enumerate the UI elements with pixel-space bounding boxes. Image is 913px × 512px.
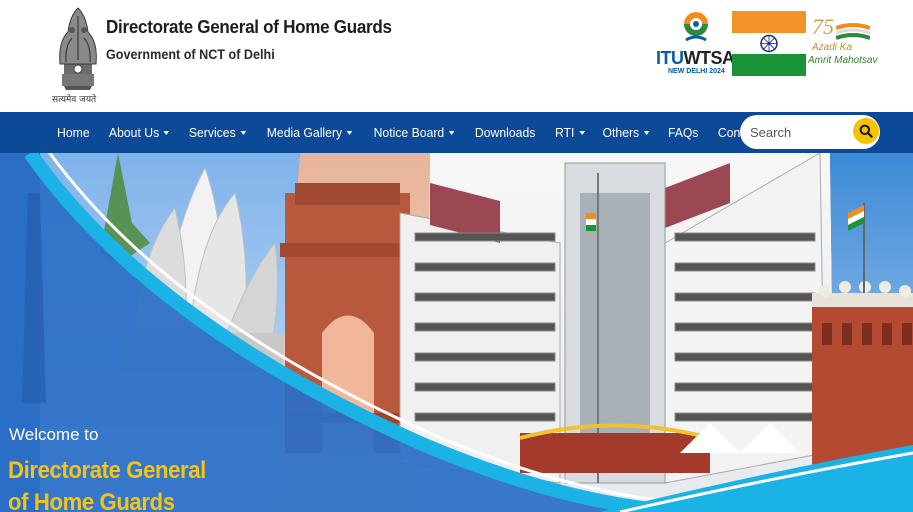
search-input[interactable] bbox=[750, 123, 850, 141]
itu-globe-icon bbox=[684, 12, 708, 42]
site-header: सत्यमेव जयते Directorate General of Home… bbox=[0, 0, 913, 112]
azadi-flag-swoosh-icon bbox=[836, 23, 870, 40]
nav-item-label: About Us bbox=[108, 125, 159, 140]
caret-down-icon bbox=[578, 130, 585, 135]
emblem-motto: सत्यमेव जयते bbox=[52, 95, 97, 105]
search-icon bbox=[859, 124, 873, 138]
nav-item-label: Notice Board bbox=[373, 125, 445, 140]
national-emblem-logo[interactable] bbox=[50, 2, 106, 106]
government-building-illustration bbox=[399, 153, 826, 484]
welcome-text: Welcome to bbox=[9, 425, 99, 444]
azadi-line1: Azadi Ka bbox=[812, 42, 853, 53]
caret-down-icon bbox=[163, 130, 170, 135]
caret-down-icon bbox=[346, 130, 353, 135]
page-subtitle: Government of NCT of Delhi bbox=[106, 46, 275, 62]
itu-wtsa-logo[interactable]: ITUWTSA NEW DELHI 2024 bbox=[656, 10, 735, 76]
nav-item-label: Services bbox=[188, 125, 236, 140]
nav-item-label: RTI bbox=[554, 125, 575, 140]
azadi-ka-amrit-mahotsav-logo[interactable]: 75 Azadi Ka Amrit Mahotsav bbox=[808, 14, 880, 74]
nav-item-label: Downloads bbox=[475, 125, 536, 140]
itu-location: NEW DELHI 2024 bbox=[668, 68, 725, 75]
nav-item-label: Others bbox=[602, 125, 640, 140]
azadi-line2: Amrit Mahotsav bbox=[808, 55, 878, 66]
nav-item-label: Home bbox=[57, 125, 90, 140]
hero-heading-line2: of Home Guards bbox=[8, 489, 175, 512]
india-flag-icon bbox=[732, 11, 806, 76]
nav-item-rti[interactable]: RTI bbox=[547, 125, 592, 140]
hero-heading-line1: Directorate General bbox=[8, 457, 206, 484]
caret-down-icon bbox=[449, 130, 455, 135]
nav-item-label: FAQs bbox=[668, 125, 699, 140]
nav-item-downloads[interactable]: Downloads bbox=[468, 125, 544, 140]
caret-down-icon bbox=[240, 130, 247, 135]
itu-wtsa-wordmark: ITUWTSA bbox=[656, 48, 735, 68]
nav-item-faqs[interactable]: FAQs bbox=[661, 125, 707, 140]
nav-item-label: Media Gallery bbox=[266, 125, 343, 140]
caret-down-icon bbox=[644, 130, 650, 135]
search-button[interactable] bbox=[853, 118, 879, 144]
nav-item-others[interactable]: Others bbox=[595, 125, 657, 140]
hero-banner: Welcome to Directorate General of Home G… bbox=[0, 153, 913, 512]
nav-item-home[interactable]: Home bbox=[50, 125, 98, 140]
nav-item-notice-board[interactable]: Notice Board bbox=[366, 125, 462, 140]
nav-item-about-us[interactable]: About Us bbox=[101, 125, 177, 140]
nav-menu: Home About Us Services Media Gallery Notice … bbox=[48, 112, 786, 153]
azadi-75: 75 bbox=[812, 14, 834, 39]
nav-item-media-gallery[interactable]: Media Gallery bbox=[259, 125, 360, 140]
nav-item-services[interactable]: Services bbox=[181, 125, 253, 140]
page-title: Directorate General of Home Guards bbox=[106, 16, 392, 37]
